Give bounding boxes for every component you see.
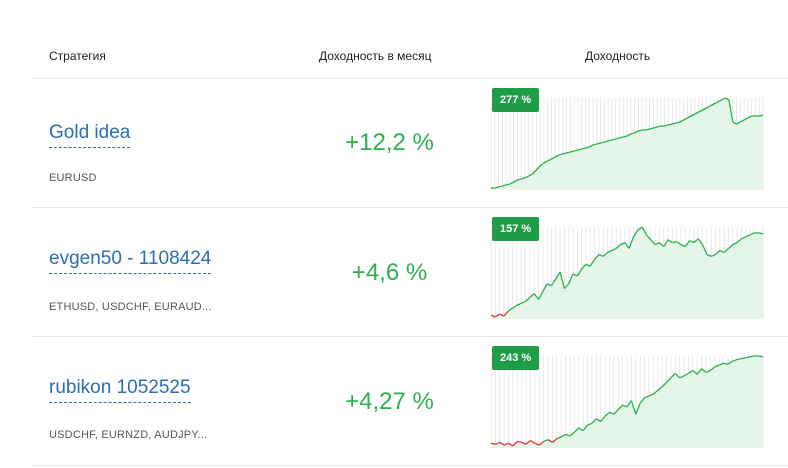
- chart-line-segment: [745, 356, 750, 359]
- strategy-pairs: ETHUSD, USDCHF, EURAUD...: [49, 301, 212, 313]
- column-header-strategy[interactable]: Стратегия: [49, 49, 106, 63]
- table-header: Стратегия Доходность в месяц Доходность: [32, 42, 788, 79]
- total-return-badge: 277 %: [492, 88, 540, 112]
- chart-line-segment: [723, 362, 729, 365]
- monthly-return-value: +4,6 %: [351, 259, 428, 286]
- total-return-badge: 157 %: [492, 217, 540, 241]
- chart-line-segment: [740, 357, 746, 360]
- strategy-name-link[interactable]: evgen50 - 1108424: [49, 246, 212, 274]
- strategy-pairs: USDCHF, EURNZD, AUDJPY...: [49, 429, 208, 441]
- column-header-monthly-return[interactable]: Доходность в месяц: [319, 49, 431, 63]
- chart-line-segment: [758, 355, 764, 358]
- table-row[interactable]: evgen50 - 1108424 ETHUSD, USDCHF, EURAUD…: [32, 208, 788, 337]
- column-header-return[interactable]: Доходность: [585, 49, 650, 63]
- chart-line-segment: [490, 442, 496, 445]
- table-row[interactable]: Gold idea EURUSD +12,2 % 277 %: [32, 79, 788, 208]
- strategy-pairs: EURUSD: [49, 172, 97, 184]
- monthly-return-value: +12,2 %: [345, 129, 434, 156]
- return-chart[interactable]: 277 %: [490, 88, 764, 190]
- return-chart[interactable]: 157 %: [490, 217, 764, 319]
- return-chart[interactable]: 243 %: [490, 346, 764, 448]
- chart-line-segment: [749, 355, 755, 358]
- total-return-badge: 243 %: [492, 346, 540, 370]
- strategy-name-link[interactable]: Gold idea: [49, 120, 131, 148]
- table-row[interactable]: rubikon 1052525 USDCHF, EURNZD, AUDJPY..…: [32, 337, 788, 466]
- chart-line-segment: [517, 440, 522, 444]
- monthly-return-value: +4,27 %: [345, 388, 434, 415]
- chart-line-segment: [736, 358, 742, 361]
- strategy-name-link[interactable]: rubikon 1052525: [49, 375, 191, 403]
